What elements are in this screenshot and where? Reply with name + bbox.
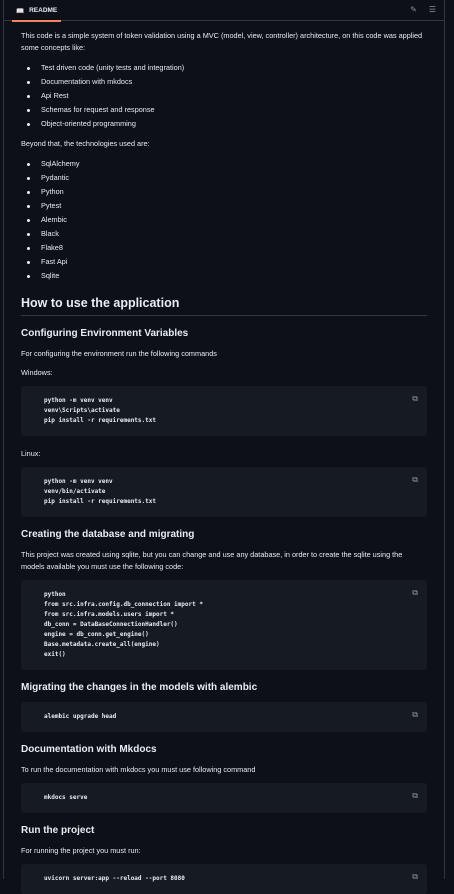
list-item: Python <box>21 185 427 199</box>
copy-icon[interactable]: ⧉ <box>412 791 418 801</box>
heading-run: Run the project <box>21 825 95 836</box>
list-item: Api Rest <box>21 89 427 103</box>
concepts-list: Test driven code (unity tests and integr… <box>21 61 427 131</box>
windows-label: Windows: <box>21 368 53 377</box>
copy-icon[interactable]: ⧉ <box>412 475 418 485</box>
list-item: Black <box>21 227 427 241</box>
heading-how-to-use: How to use the application <box>21 296 427 316</box>
readme-panel: 📖 README ✎ ☰ This code is a simple syste… <box>3 0 445 894</box>
tab-readme[interactable]: 📖 README <box>12 0 62 22</box>
beyond-text: Beyond that, the technologies used are: <box>21 139 150 148</box>
linux-label: Linux: <box>21 449 41 458</box>
technologies-list: SqlAlchemy Pydantic Python Pytest Alembi… <box>21 157 427 283</box>
docs-text: To run the documentation with mkdocs you… <box>21 765 256 774</box>
readme-header: 📖 README ✎ ☰ <box>4 0 444 22</box>
list-item: Fast Api <box>21 255 427 269</box>
list-item: Documentation with mkdocs <box>21 75 427 89</box>
code-block-alembic: alembic upgrade head ⧉ <box>21 702 427 732</box>
code-block-linux: python -m venv venv venv/bin/activate pi… <box>21 467 427 517</box>
list-item: Alembic <box>21 213 427 227</box>
heading-database: Creating the database and migrating <box>21 529 195 540</box>
list-item: Flake8 <box>21 241 427 255</box>
heading-env: Configuring Environment Variables <box>21 328 189 339</box>
code-block-windows: python -m venv venv venv\Scripts\activat… <box>21 386 427 436</box>
heading-alembic: Migrating the changes in the models with… <box>21 682 258 693</box>
env-text: For configuring the environment run the … <box>21 349 217 358</box>
heading-docs: Documentation with Mkdocs <box>21 744 157 755</box>
copy-icon[interactable]: ⧉ <box>412 588 418 598</box>
intro-text: This code is a simple system of token va… <box>21 31 423 52</box>
copy-icon[interactable]: ⧉ <box>412 872 418 882</box>
list-item: Object-oriented programming <box>21 117 427 131</box>
list-item: Sqlite <box>21 269 427 283</box>
code-block-database: python from src.infra.config.db_connecti… <box>21 580 427 670</box>
list-item: Test driven code (unity tests and integr… <box>21 61 427 75</box>
book-icon: 📖 <box>16 7 25 15</box>
outline-list-icon[interactable]: ☰ <box>429 5 436 14</box>
code-block-docs: mkdocs serve ⧉ <box>21 783 427 813</box>
list-item: Schemas for request and response <box>21 103 427 117</box>
list-item: Pydantic <box>21 171 427 185</box>
copy-icon[interactable]: ⧉ <box>412 710 418 720</box>
copy-icon[interactable]: ⧉ <box>412 394 418 404</box>
run-text: For running the project you must run: <box>21 846 141 855</box>
list-item: SqlAlchemy <box>21 157 427 171</box>
edit-pencil-icon[interactable]: ✎ <box>410 5 417 14</box>
code-block-run: uvicorn server:app --reload --port 8080 ⧉ <box>21 864 427 894</box>
db-text: This project was created using sqlite, b… <box>21 550 403 571</box>
list-item: Pytest <box>21 199 427 213</box>
readme-content: This code is a simple system of token va… <box>4 21 444 894</box>
